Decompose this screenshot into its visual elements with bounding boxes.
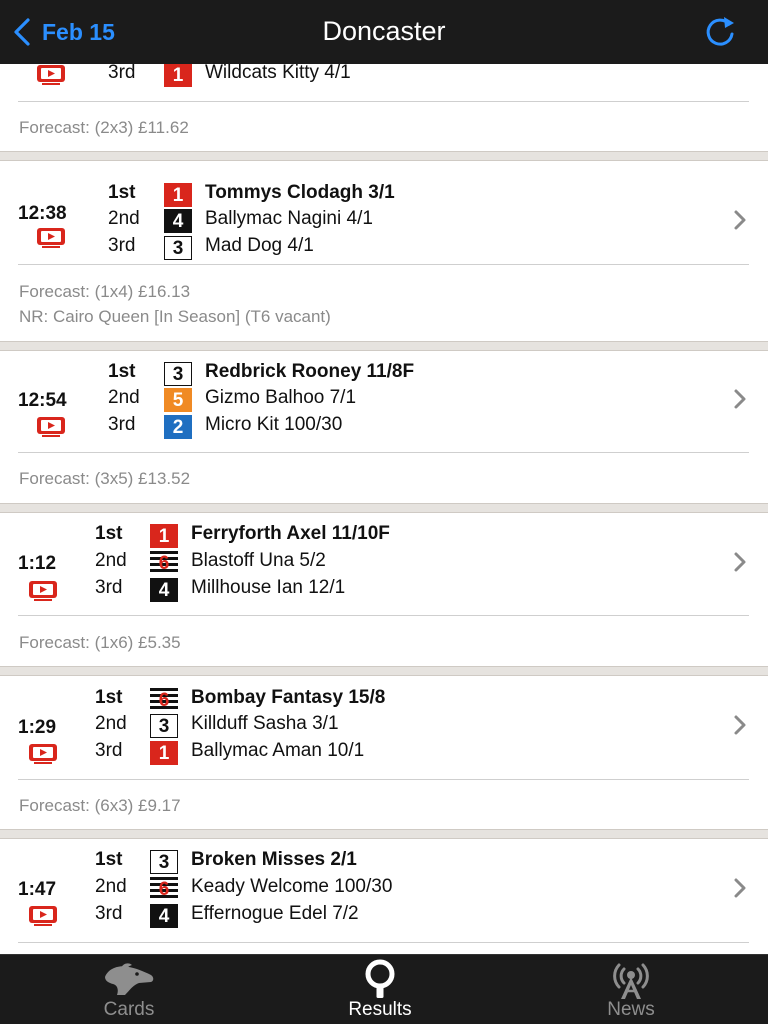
- runner-name: Effernogue Edel 7/2: [191, 903, 359, 924]
- position-label: 1st: [95, 523, 123, 544]
- tab-results-label: Results: [348, 999, 412, 1020]
- greyhound-head-icon: [105, 963, 154, 995]
- trap-badge: 2: [164, 415, 192, 439]
- divider: [18, 264, 749, 265]
- tab-news[interactable]: News: [541, 955, 721, 1024]
- runner-name: Bombay Fantasy 15/8: [191, 687, 386, 708]
- trap-badge: 3: [150, 850, 178, 874]
- navigation-bar: Feb 15 Doncaster: [0, 0, 768, 64]
- chevron-right-icon[interactable]: [732, 209, 748, 231]
- video-replay-icon[interactable]: [36, 416, 66, 438]
- position-label: 2nd: [95, 876, 127, 897]
- forecast-text: Forecast: (6x3) £9.17: [19, 796, 181, 815]
- tab-cards[interactable]: Cards: [39, 955, 219, 1024]
- race-time: 12:38: [18, 203, 67, 224]
- trap-badge: 1: [150, 741, 178, 765]
- runner-name: Ferryforth Axel 11/10F: [191, 523, 390, 544]
- video-replay-icon[interactable]: [36, 64, 66, 86]
- broadcast-tower-icon: [613, 963, 649, 999]
- runner-name: Millhouse Ian 12/1: [191, 577, 346, 598]
- runner-name: Tommys Clodagh 3/1: [205, 182, 395, 203]
- results-magnifier-icon: [365, 959, 395, 998]
- video-replay-icon[interactable]: [28, 905, 58, 927]
- position-label: 2nd: [95, 713, 127, 734]
- race-time: 1:29: [18, 717, 57, 738]
- non-runner-text: NR: Cairo Queen [In Season] (T6 vacant): [19, 307, 331, 326]
- trap-badge: 3: [150, 714, 178, 738]
- position-label: 2nd: [108, 387, 140, 408]
- runner-name: Wildcats Kitty 4/1: [205, 64, 351, 83]
- trap-badge: 4: [164, 209, 192, 233]
- runner-name: Ballymac Aman 10/1: [191, 740, 365, 761]
- trap-badge: 6: [150, 877, 178, 901]
- tab-cards-label: Cards: [103, 999, 155, 1020]
- trap-badge: 6: [150, 551, 178, 575]
- page-title: Doncaster: [322, 16, 446, 46]
- runner-name: Micro Kit 100/30: [205, 414, 343, 435]
- runner-name: Ballymac Nagini 4/1: [205, 208, 373, 229]
- trap-badge: 3: [164, 236, 192, 260]
- position-label: 2nd: [108, 208, 140, 229]
- position-label: 1st: [95, 687, 123, 708]
- chevron-right-icon[interactable]: [732, 388, 748, 410]
- position-label: 1st: [95, 849, 123, 870]
- runner-name: Broken Misses 2/1: [191, 849, 357, 870]
- runner-name: Keady Welcome 100/30: [191, 876, 393, 897]
- runner-name: Gizmo Balhoo 7/1: [205, 387, 357, 408]
- trap-badge: 4: [150, 578, 178, 602]
- video-replay-icon[interactable]: [28, 580, 58, 602]
- divider: [18, 779, 749, 780]
- position-label: 1st: [108, 361, 136, 382]
- race-row-partial[interactable]: 3rd 1 Wildcats Kitty 4/1 Forecast: (2x3)…: [0, 64, 768, 150]
- trap-badge: 1: [164, 64, 192, 87]
- section-separator: [0, 666, 768, 676]
- trap-badge: 1: [150, 524, 178, 548]
- trap-badge: 6: [150, 688, 178, 712]
- race-time: 1:47: [18, 879, 57, 900]
- tab-results[interactable]: Results: [290, 955, 470, 1024]
- race-time: 12:54: [18, 390, 67, 411]
- tab-bar: Cards Results News: [0, 954, 768, 1024]
- position-label: 3rd: [108, 414, 136, 435]
- section-separator: [0, 503, 768, 513]
- position-label: 3rd: [95, 740, 123, 761]
- position-label: 3rd: [108, 64, 136, 83]
- runner-name: Killduff Sasha 3/1: [191, 713, 339, 734]
- runner-name: Redbrick Rooney 11/8F: [205, 361, 415, 382]
- divider: [18, 615, 749, 616]
- trap-badge: 3: [164, 362, 192, 386]
- forecast-text: Forecast: (1x4) £16.13: [19, 282, 191, 301]
- position-label: 3rd: [95, 903, 123, 924]
- divider: [18, 942, 749, 943]
- forecast-text: Forecast: (2x3) £11.62: [19, 118, 189, 137]
- trap-badge: 1: [164, 183, 192, 207]
- video-replay-icon[interactable]: [36, 227, 66, 249]
- refresh-icon: [706, 17, 734, 46]
- position-label: 3rd: [95, 577, 123, 598]
- runner-name: Mad Dog 4/1: [205, 235, 314, 256]
- position-label: 1st: [108, 182, 136, 203]
- race-time: 1:12: [18, 553, 57, 574]
- forecast-text: Forecast: (3x5) £13.52: [19, 469, 191, 488]
- trap-badge: 5: [164, 388, 192, 412]
- chevron-right-icon[interactable]: [732, 877, 748, 899]
- trap-badge: 4: [150, 904, 178, 928]
- section-separator: [0, 341, 768, 351]
- position-label: 2nd: [95, 550, 127, 571]
- chevron-right-icon[interactable]: [732, 551, 748, 573]
- forecast-text: Forecast: (1x6) £5.35: [19, 633, 181, 652]
- tab-news-label: News: [607, 999, 655, 1020]
- divider: [18, 101, 749, 102]
- section-separator: [0, 829, 768, 839]
- results-list[interactable]: 3rd 1 Wildcats Kitty 4/1 Forecast: (2x3)…: [0, 64, 768, 954]
- divider: [18, 452, 749, 453]
- runner-name: Blastoff Una 5/2: [191, 550, 326, 571]
- position-label: 3rd: [108, 235, 136, 256]
- video-replay-icon[interactable]: [28, 743, 58, 765]
- chevron-right-icon[interactable]: [732, 714, 748, 736]
- refresh-button[interactable]: [700, 14, 740, 50]
- section-separator: [0, 151, 768, 161]
